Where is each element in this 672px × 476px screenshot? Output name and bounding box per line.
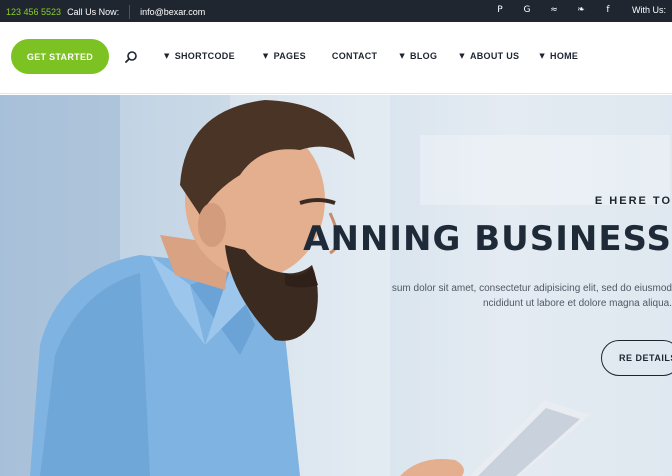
search-icon[interactable] xyxy=(124,50,138,64)
top-bar: 123 456 5523 Call Us Now: info@bexar.com… xyxy=(0,0,672,22)
get-started-button[interactable]: GET STARTED xyxy=(11,39,109,74)
rss-icon[interactable]: ≈ xyxy=(549,5,559,15)
google-plus-icon[interactable]: G xyxy=(522,5,532,15)
nav-item-blog[interactable]: ▼ BLOG xyxy=(399,51,437,61)
hero-eyebrow: E HERE TO xyxy=(594,195,672,207)
chevron-down-icon: ▼ xyxy=(164,52,170,60)
nav-label: CONTACT xyxy=(331,51,378,61)
nav-label: SHORTCODE xyxy=(174,51,235,61)
chevron-down-icon: ▼ xyxy=(262,52,269,60)
hero-description: sum dolor sit amet, consectetur adipisic… xyxy=(391,283,672,294)
nav-item-home[interactable]: ▼ HOME xyxy=(539,51,578,61)
nav-label: HOME xyxy=(550,51,579,61)
nav-item-contact[interactable]: CONTACT xyxy=(332,51,377,61)
more-details-button[interactable]: RE DETAILS xyxy=(601,340,672,376)
chevron-down-icon: ▼ xyxy=(399,52,406,60)
topbar-divider xyxy=(129,5,131,19)
phone-label: Call Us Now: xyxy=(67,7,120,17)
nav-label: BLOG xyxy=(410,51,438,61)
main-nav: ▼ SHORTCODE ▼ PAGES CONTACT ▼ BLOG ▼ ABO… xyxy=(164,51,578,61)
chevron-down-icon: ▼ xyxy=(539,52,546,60)
chevron-down-icon: ▼ xyxy=(459,52,465,60)
twitter-icon[interactable]: ❧ xyxy=(576,5,586,15)
pinterest-icon[interactable]: P xyxy=(495,5,505,15)
nav-label: ABOUT US xyxy=(469,51,520,61)
nav-item-shortcode[interactable]: ▼ SHORTCODE xyxy=(164,51,235,61)
facebook-icon[interactable]: f xyxy=(603,5,613,15)
email-link[interactable]: info@bexar.com xyxy=(140,7,205,17)
social-links: P G ≈ ❧ f With Us: xyxy=(495,5,666,15)
nav-item-pages[interactable]: ▼ PAGES xyxy=(263,51,306,61)
nav-label: PAGES xyxy=(273,51,306,61)
hero-section: E HERE TO ANNING BUSINESS sum dolor sit … xyxy=(0,95,672,476)
nav-item-about-us[interactable]: ▼ ABOUT US xyxy=(459,51,519,61)
hero-description: ncididunt ut labore et dolore magna aliq… xyxy=(482,298,672,309)
site-header: GET STARTED ▼ SHORTCODE ▼ PAGES CONTACT … xyxy=(0,22,672,94)
phone-number[interactable]: 123 456 5523 xyxy=(6,7,61,17)
contact-info: 123 456 5523 Call Us Now: info@bexar.com xyxy=(6,5,205,19)
social-label: With Us: xyxy=(631,5,666,15)
hero-title: ANNING BUSINESS xyxy=(303,219,672,259)
